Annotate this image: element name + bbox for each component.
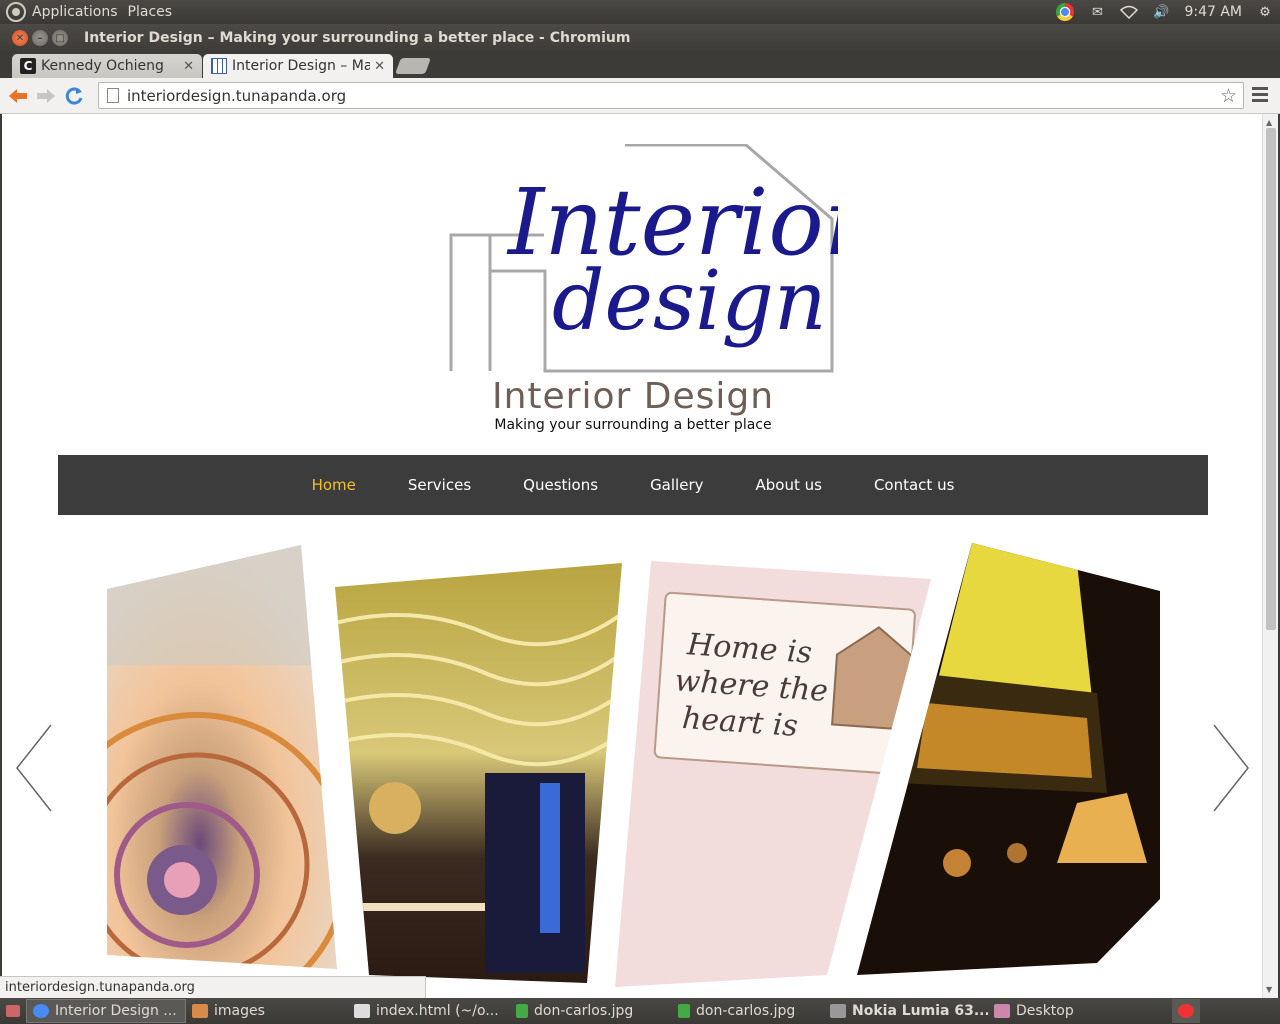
clock[interactable]: 9:47 AM	[1184, 4, 1242, 20]
c-icon: C	[20, 58, 36, 74]
chromium-icon	[33, 1004, 49, 1018]
applications-menu[interactable]: Applications	[32, 4, 118, 20]
status-bubble: interiordesign.tunapanda.org	[0, 976, 426, 998]
page-icon	[107, 88, 119, 103]
tab-interior-design[interactable]: Interior Design – Maki ✕	[203, 54, 393, 78]
bottom-taskbar: Interior Design ... images index.html (~…	[0, 998, 1280, 1024]
tab-label: Kennedy Ochieng	[41, 58, 164, 74]
site-title[interactable]: Interior Design	[2, 376, 1264, 417]
slider-next-arrow-icon[interactable]	[1211, 723, 1251, 813]
nav-home[interactable]: Home	[286, 476, 382, 494]
slide-spiral-staircase[interactable]	[107, 545, 339, 971]
slider-prev-arrow-icon[interactable]	[14, 723, 54, 813]
window-titlebar: ✕ – □ Interior Design – Making your surr…	[0, 24, 1280, 52]
hamburger-menu-icon[interactable]	[1252, 87, 1268, 103]
taskbar-item-desktop[interactable]: Desktop	[988, 999, 1128, 1023]
address-bar[interactable]: interiordesign.tunapanda.org ☆	[98, 82, 1244, 109]
scroll-up-icon[interactable]: ▲	[1266, 118, 1272, 127]
folder-icon	[192, 1004, 208, 1018]
window-minimize-button[interactable]: –	[32, 30, 48, 46]
taskbar-item-chromium[interactable]: Interior Design ...	[26, 999, 186, 1023]
back-arrow-icon[interactable]	[4, 82, 32, 110]
slide-stained-glass-lamp[interactable]	[857, 543, 1163, 975]
volume-icon[interactable]: 🔊	[1152, 4, 1170, 20]
scrollbar-thumb[interactable]	[1266, 128, 1276, 630]
window-title: Interior Design – Making your surroundin…	[84, 30, 631, 46]
system-tray: ✉ 🔊 9:47 AM ⚙	[1056, 3, 1280, 21]
tab-label: Interior Design – Maki	[232, 58, 371, 74]
nav-services[interactable]: Services	[382, 476, 497, 494]
site-tagline: Making your surrounding a better place	[494, 417, 772, 433]
nav-gallery[interactable]: Gallery	[624, 476, 729, 494]
forward-arrow-icon[interactable]	[32, 82, 60, 110]
new-tab-button[interactable]	[395, 58, 431, 74]
ubuntu-logo-icon[interactable]	[6, 2, 26, 22]
chromium-tray-icon[interactable]	[1056, 3, 1075, 21]
taskbar-item-index-html[interactable]: index.html (~/o...	[348, 999, 510, 1023]
taskbar-item-images[interactable]: images	[186, 999, 348, 1023]
image-viewer-icon	[516, 1004, 528, 1018]
slide-wavy-ceiling-hallway[interactable]	[335, 563, 623, 985]
browser-toolbar: interiordesign.tunapanda.org ☆	[0, 78, 1280, 114]
places-menu[interactable]: Places	[128, 4, 173, 20]
close-icon[interactable]: ✕	[374, 59, 385, 74]
window-maximize-button[interactable]: □	[52, 30, 68, 46]
taskbar-item-don-carlos-2[interactable]: don-carlos.jpg	[672, 999, 824, 1023]
reload-icon[interactable]	[60, 82, 88, 110]
taskbar-item-don-carlos-1[interactable]: don-carlos.jpg	[510, 999, 672, 1023]
taskbar-item-nokia-lumia[interactable]: Nokia Lumia 63...	[824, 999, 988, 1023]
camera-icon	[830, 1004, 846, 1018]
tab-kennedy-ochieng[interactable]: C Kennedy Ochieng ✕	[12, 54, 202, 78]
grid-icon	[211, 58, 227, 74]
site-logo[interactable]: Interior design	[448, 144, 838, 374]
logo-text-design: design	[552, 254, 827, 349]
workspace-switcher[interactable]	[1172, 999, 1200, 1023]
window-close-button[interactable]: ✕	[12, 30, 28, 46]
nav-contact-us[interactable]: Contact us	[848, 476, 980, 494]
close-icon[interactable]: ✕	[183, 59, 194, 74]
chromium-icon	[1178, 1004, 1194, 1018]
mail-icon[interactable]: ✉	[1088, 4, 1106, 20]
tab-strip: C Kennedy Ochieng ✕ Interior Design – Ma…	[0, 52, 1280, 78]
text-editor-icon	[354, 1004, 370, 1018]
show-desktop-button[interactable]	[0, 999, 26, 1023]
wifi-icon[interactable]	[1120, 4, 1139, 20]
gear-icon[interactable]: ⚙	[1256, 4, 1274, 20]
page-viewport: Interior design Interior Design Making y…	[0, 114, 1280, 998]
nav-questions[interactable]: Questions	[497, 476, 624, 494]
bookmark-star-icon[interactable]: ☆	[1220, 85, 1237, 107]
nav-about-us[interactable]: About us	[730, 476, 848, 494]
url-text[interactable]: interiordesign.tunapanda.org	[127, 87, 346, 105]
desktop-icon	[994, 1004, 1010, 1018]
image-viewer-icon	[678, 1004, 690, 1018]
main-nav: Home Services Questions Gallery About us…	[58, 455, 1208, 515]
page-scrollbar[interactable]: ▲ ▼	[1262, 114, 1278, 998]
top-panel: Applications Places ✉ 🔊 9:47 AM ⚙	[0, 0, 1280, 24]
scroll-down-icon[interactable]: ▼	[1266, 985, 1272, 994]
image-slider: Home is where the heart is	[2, 539, 1264, 987]
